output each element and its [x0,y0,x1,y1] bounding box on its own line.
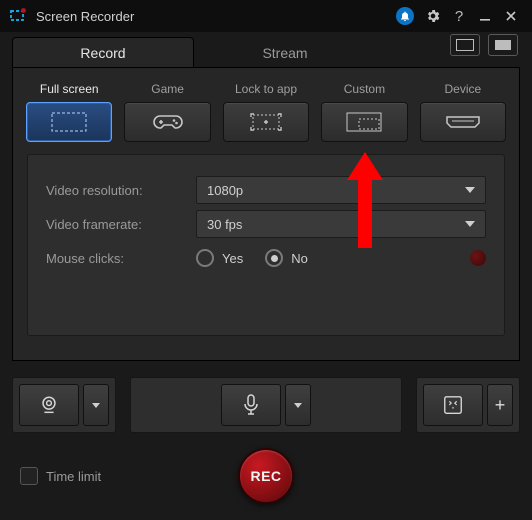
main-tab-row: Record Stream [0,32,532,68]
chevron-down-icon [92,403,100,408]
overlay-add-button[interactable]: + [487,384,513,426]
microphone-icon [241,393,261,417]
full-screen-icon [49,110,89,134]
webcam-button[interactable] [19,384,79,426]
recording-settings: Video resolution: 1080p Video framerate:… [27,154,505,336]
mode-lock-to-app-label: Lock to app [235,82,297,96]
tab-record-label: Record [80,45,125,61]
time-limit-checkbox[interactable] [20,467,38,485]
mode-custom-button[interactable] [321,102,407,142]
titlebar: Screen Recorder ? [0,0,532,32]
mouse-clicks-no-label: No [291,251,308,266]
help-icon[interactable]: ? [446,3,472,29]
overlay-puzzle-icon [442,394,464,416]
video-framerate-value: 30 fps [207,217,242,232]
video-framerate-label: Video framerate: [46,217,196,232]
record-button[interactable]: REC [238,448,294,504]
chevron-down-icon [465,221,475,227]
hdmi-icon [444,114,482,130]
webcam-dropdown[interactable] [83,384,109,426]
microphone-button[interactable] [221,384,281,426]
app-logo-icon [8,6,28,26]
mode-game-button[interactable] [124,102,210,142]
record-panel: Full screen Game Lock to app [12,68,520,361]
custom-area-icon [343,109,385,135]
video-framerate-select[interactable]: 30 fps [196,210,486,238]
gamepad-icon [152,112,184,132]
tab-stream[interactable]: Stream [194,37,376,68]
tab-stream-label: Stream [262,45,307,61]
microphone-dropdown[interactable] [285,384,311,426]
minimize-icon[interactable] [472,3,498,29]
app-title: Screen Recorder [36,9,134,24]
mouse-click-indicator-icon [470,250,486,266]
video-resolution-label: Video resolution: [46,183,196,198]
webcam-icon [38,394,60,416]
time-limit-label: Time limit [46,469,101,484]
lock-to-app-icon [246,110,286,134]
mode-game-label: Game [151,82,184,96]
primary-display-icon[interactable] [488,34,518,56]
footer: Time limit REC [12,449,520,503]
mode-custom-label: Custom [344,82,385,96]
mouse-clicks-label: Mouse clicks: [46,251,196,266]
mode-device-button[interactable] [420,102,506,142]
chevron-down-icon [465,187,475,193]
device-controls-row: + [12,377,520,433]
overlay-button[interactable] [423,384,483,426]
chevron-down-icon [294,403,302,408]
close-icon[interactable] [498,3,524,29]
video-resolution-value: 1080p [207,183,243,198]
mouse-clicks-no-radio[interactable] [265,249,283,267]
record-button-label: REC [250,468,281,484]
mode-full-screen-label: Full screen [40,82,99,96]
mode-full-screen-button[interactable] [26,102,112,142]
video-resolution-select[interactable]: 1080p [196,176,486,204]
settings-gear-icon[interactable] [420,3,446,29]
mouse-clicks-yes-radio[interactable] [196,249,214,267]
capture-mode-row: Full screen Game Lock to app [27,82,505,142]
mode-lock-to-app-button[interactable] [223,102,309,142]
secondary-display-icon[interactable] [450,34,480,56]
tab-record[interactable]: Record [12,37,194,68]
mode-device-label: Device [444,82,481,96]
mouse-clicks-yes-label: Yes [222,251,243,266]
notifications-icon[interactable] [396,7,414,25]
